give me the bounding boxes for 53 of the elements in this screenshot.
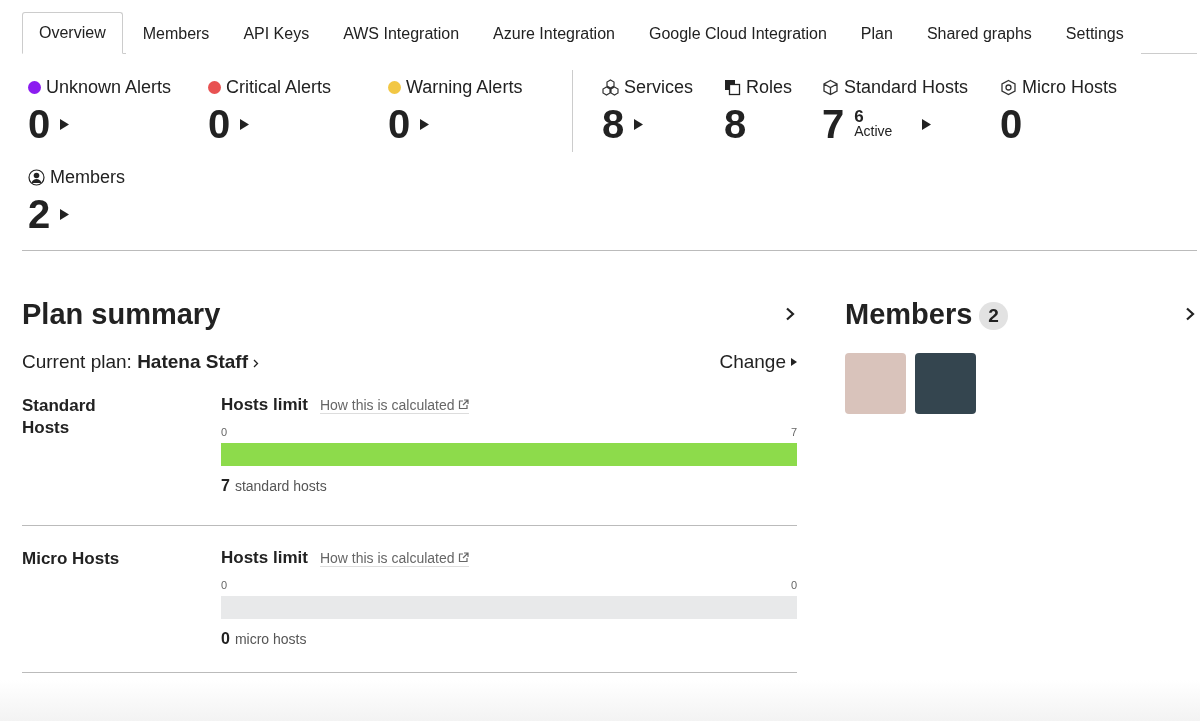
triangle-icon[interactable] — [60, 208, 70, 220]
stat-label: Members — [28, 166, 202, 188]
help-link[interactable]: How this is calculated — [319, 396, 469, 414]
count-badge: 2 — [979, 301, 1008, 330]
external-link-icon — [457, 552, 469, 563]
section-title: Plan summary — [22, 297, 221, 331]
stat-label: Roles — [724, 76, 816, 98]
triangle-icon[interactable] — [240, 118, 250, 130]
stat-value: 2 — [28, 192, 51, 236]
help-link[interactable]: How this is calculated — [319, 549, 469, 567]
host-count: 0 micro hosts — [221, 630, 308, 648]
limit-heading: Hosts limit — [221, 395, 308, 415]
cubes-icon — [602, 78, 619, 96]
stat-label: Critical Alerts — [208, 76, 382, 98]
axis-max: 7 — [790, 426, 797, 438]
chevron-right-icon — [253, 359, 260, 368]
axis-min: 0 — [221, 579, 228, 591]
triangle-icon[interactable] — [60, 118, 70, 130]
host-type-label: Micro Hosts — [22, 548, 121, 570]
triangle-icon[interactable] — [922, 118, 932, 130]
external-link-icon — [457, 399, 469, 410]
stat-label: Unknown Alerts — [28, 76, 202, 98]
triangle-icon[interactable] — [634, 118, 644, 130]
stat-value: 0 — [388, 102, 411, 146]
hexagon-icon — [1000, 78, 1017, 96]
tab[interactable]: Overview — [22, 12, 123, 54]
stat-value: 0 — [1000, 102, 1023, 146]
active-count: 6 — [854, 109, 864, 124]
change-link[interactable]: Change — [719, 351, 797, 373]
stat-value: 0 — [208, 102, 231, 146]
active-label: Active — [854, 124, 893, 139]
stat-label: Services — [602, 76, 718, 98]
stat-value: 7 — [822, 102, 845, 146]
section-title: Members 2 — [845, 297, 1008, 331]
limit-heading: Hosts limit — [221, 548, 308, 568]
axis-min: 0 — [221, 426, 228, 438]
chevron-right-icon[interactable] — [1185, 307, 1195, 321]
squares-icon — [724, 78, 741, 96]
chevron-right-icon[interactable] — [785, 307, 795, 321]
stat-value: 0 — [28, 102, 51, 146]
cube-icon — [822, 78, 839, 96]
host-type-label: Standard Hosts — [22, 395, 97, 439]
current-plan: Current plan: Hatena Staff — [22, 351, 260, 373]
user-icon — [28, 168, 45, 186]
axis-max: 0 — [790, 579, 797, 591]
host-count: 7 standard hosts — [221, 477, 328, 495]
stat-label: Micro Hosts — [1000, 76, 1140, 98]
stat-label: Warning Alerts — [388, 76, 548, 98]
triangle-icon — [791, 358, 797, 366]
stat-value: 8 — [602, 102, 625, 146]
stat-label: Standard Hosts — [822, 76, 994, 98]
stat-value: 8 — [724, 102, 747, 146]
triangle-icon[interactable] — [420, 118, 430, 130]
